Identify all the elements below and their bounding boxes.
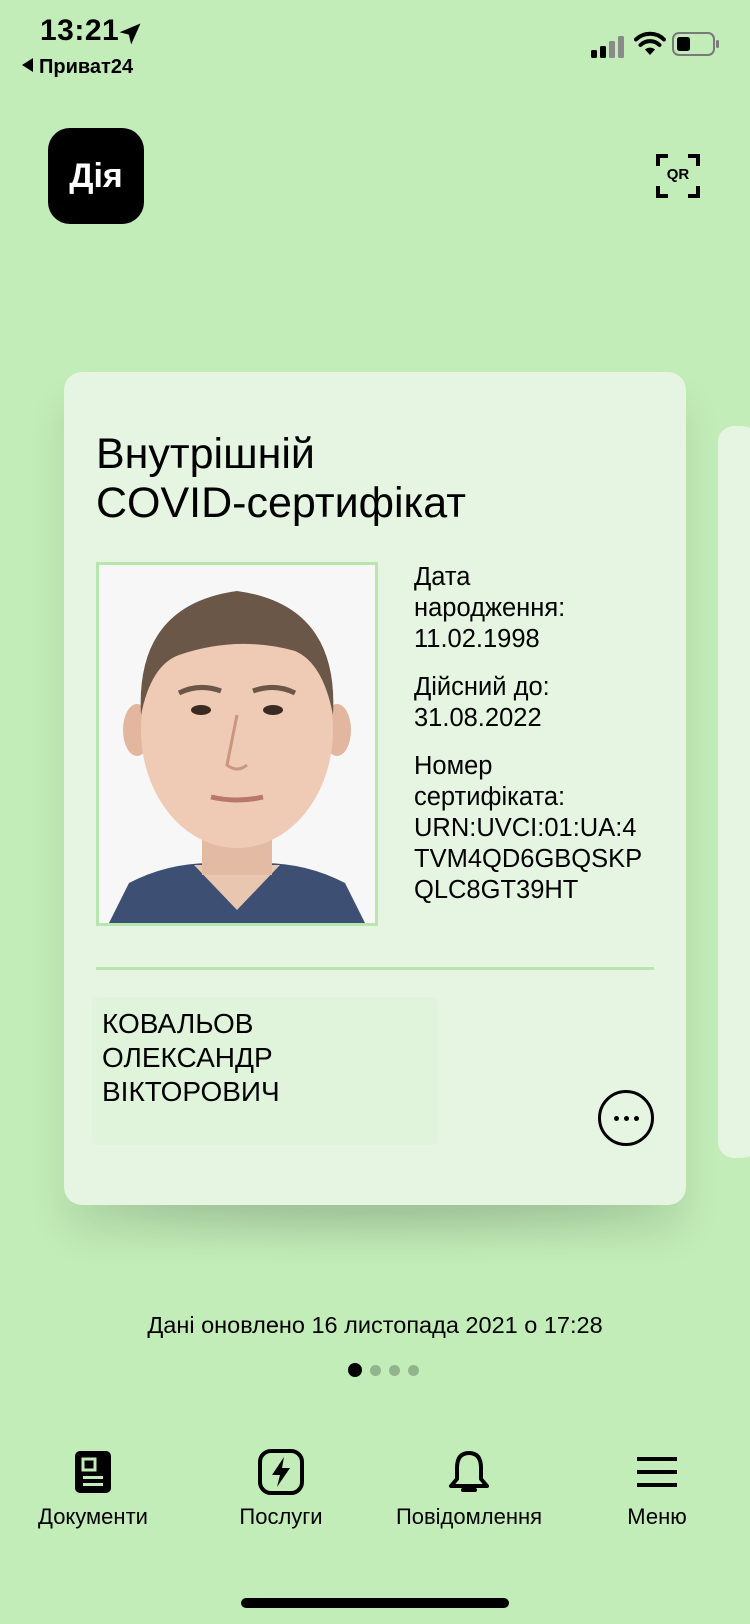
covid-certificate-card[interactable]: Внутрішній COVID-сертифікат Дата народже… xyxy=(64,372,686,1205)
page-dot-1[interactable] xyxy=(348,1363,362,1377)
card-title: Внутрішній COVID-сертифікат xyxy=(96,430,636,528)
page-dot-2[interactable] xyxy=(370,1364,381,1376)
status-time: 13:21 xyxy=(40,14,120,47)
next-document-card[interactable] xyxy=(718,426,750,1158)
birth-date-label-2: народження: xyxy=(414,594,566,622)
birth-date-field: Дата народження: 11.02.1998 xyxy=(414,562,674,655)
birth-date-value: 11.02.1998 xyxy=(414,625,540,653)
signal-icon xyxy=(591,36,624,58)
certificate-number-value-2: TVM4QD6GBQSKP xyxy=(414,845,643,873)
battery-icon xyxy=(672,32,719,56)
holder-patronymic: ВІКТОРОВИЧ xyxy=(102,1076,280,1107)
nav-services[interactable]: Послуги xyxy=(196,1448,366,1538)
services-icon xyxy=(258,1449,304,1495)
card-divider xyxy=(96,967,654,970)
nav-documents[interactable]: Документи xyxy=(8,1448,178,1538)
diia-logo: Дія xyxy=(48,128,144,224)
holder-name: КОВАЛЬОВ ОЛЕКСАНДР ВІКТОРОВИЧ xyxy=(92,997,438,1145)
valid-until-field: Дійсний до: 31.08.2022 xyxy=(414,672,674,734)
nav-notifications[interactable]: Повідомлення xyxy=(384,1448,554,1538)
nav-menu[interactable]: Меню xyxy=(572,1448,742,1538)
back-app-label: Приват24 xyxy=(39,56,134,78)
valid-until-value: 31.08.2022 xyxy=(414,704,542,732)
certificate-number-value-3: QLC8GT39HT xyxy=(414,876,579,904)
more-icon xyxy=(613,1115,619,1121)
home-indicator[interactable] xyxy=(241,1598,509,1608)
data-updated-text: Дані оновлено 16 листопада 2021 о 17:28 xyxy=(147,1312,603,1338)
back-to-app-link[interactable]: Приват24 xyxy=(22,56,133,79)
holder-first-name: ОЛЕКСАНДР xyxy=(102,1042,273,1073)
page-dot-3[interactable] xyxy=(389,1364,400,1376)
certificate-number-label-1: Номер xyxy=(414,752,493,780)
valid-until-label: Дійсний до: xyxy=(414,673,550,701)
wifi-icon xyxy=(634,31,666,55)
qr-scan-button[interactable]: QR xyxy=(656,154,700,198)
bell-icon xyxy=(449,1451,489,1492)
certificate-info: Дата народження: 11.02.1998 Дійсний до: … xyxy=(414,562,674,923)
holder-photo xyxy=(96,562,378,926)
certificate-number-field: Номер сертифіката: URN:UVCI:01:UA:4 TVM4… xyxy=(414,751,674,906)
back-triangle-icon xyxy=(22,58,33,72)
pagination-dots xyxy=(348,1363,419,1377)
card-title-line1: Внутрішній xyxy=(96,430,315,478)
certificate-number-value-1: URN:UVCI:01:UA:4 xyxy=(414,814,637,842)
location-arrow-icon xyxy=(119,23,141,45)
nav-services-label: Послуги xyxy=(239,1504,323,1529)
nav-notifications-label: Повідомлення xyxy=(395,1504,543,1529)
certificate-number-label-2: сертифіката: xyxy=(414,783,566,811)
nav-documents-label: Документи xyxy=(38,1504,148,1529)
menu-icon xyxy=(637,1457,677,1487)
holder-surname: КОВАЛЬОВ xyxy=(102,1008,254,1039)
birth-date-label-1: Дата xyxy=(414,563,471,591)
documents-icon xyxy=(75,1451,111,1493)
qr-label: QR xyxy=(666,166,690,183)
more-options-button[interactable] xyxy=(598,1090,654,1146)
card-title-line2: COVID-сертифікат xyxy=(96,479,466,527)
nav-menu-label: Меню xyxy=(627,1504,687,1529)
page-dot-4[interactable] xyxy=(408,1364,419,1376)
